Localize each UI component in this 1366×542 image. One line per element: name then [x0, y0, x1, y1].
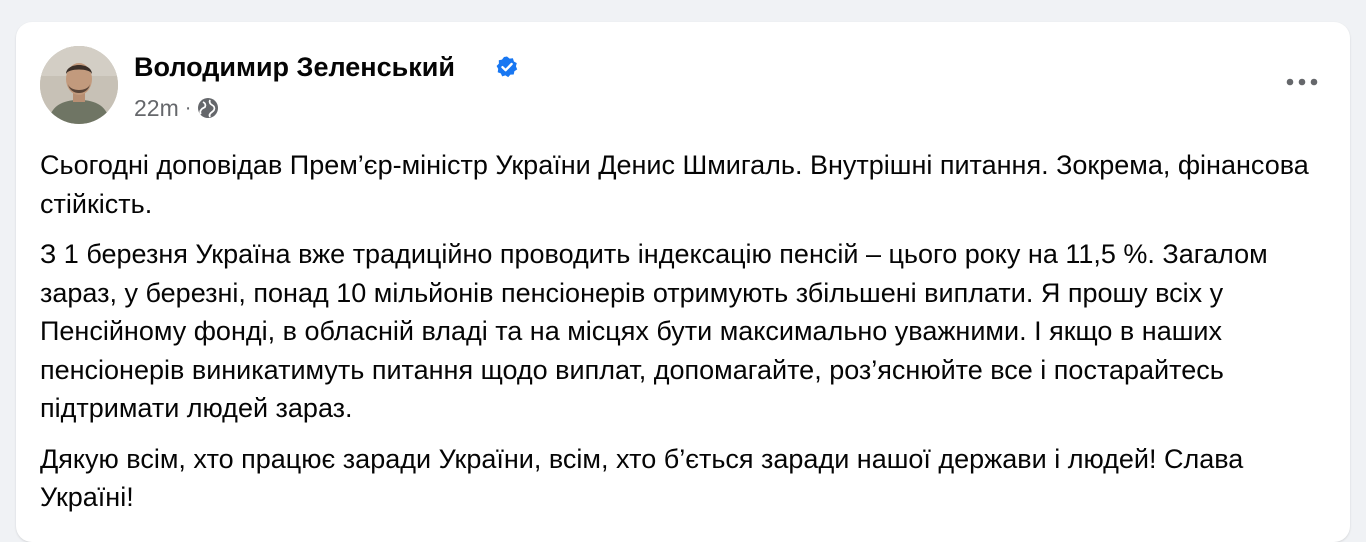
post-card: Володимир Зеленський 22m · Сьогодні допо…	[16, 22, 1350, 542]
author-name[interactable]: Володимир Зеленський	[134, 50, 455, 84]
post-paragraph: З 1 березня Україна вже традиційно прово…	[40, 239, 1268, 423]
author-avatar[interactable]	[40, 46, 118, 124]
more-options-button[interactable]	[1278, 64, 1326, 100]
post-meta: 22m ·	[134, 92, 219, 124]
post-paragraph: Дякую всім, хто працює заради України, в…	[40, 443, 1244, 513]
verified-badge-icon	[496, 56, 518, 78]
post-paragraph: Сьогодні доповідав Прем’єр-міністр Украї…	[40, 150, 1309, 219]
avatar-image	[40, 46, 118, 124]
post-timestamp[interactable]: 22m	[134, 95, 179, 122]
more-options-icon	[1286, 78, 1318, 86]
meta-separator: ·	[184, 96, 192, 119]
post-text: Сьогодні доповідав Прем’єр-міністр Украї…	[40, 146, 1340, 529]
globe-icon[interactable]	[197, 97, 219, 119]
